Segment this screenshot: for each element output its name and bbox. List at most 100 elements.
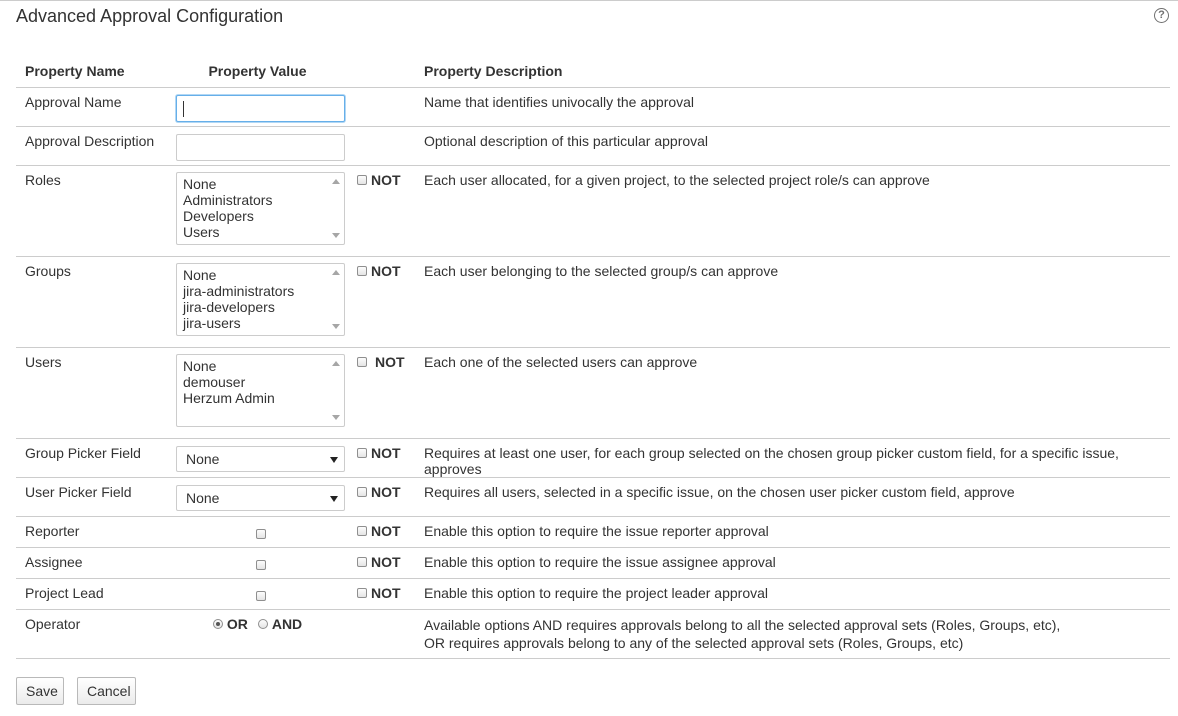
project-lead-not-checkbox[interactable] [357,587,367,598]
row-operator: Operator OR AND Available options AND re… [16,609,1170,659]
row-label: Assignee [16,547,167,579]
roles-option[interactable]: Developers [183,208,326,224]
chevron-down-icon [330,495,338,502]
row-label: User Picker Field [16,477,167,517]
groups-option[interactable]: jira-developers [183,299,326,315]
roles-option[interactable]: Administrators [183,192,326,208]
row-project-lead: Project Lead NOT Enable this option to r… [16,578,1170,610]
row-description: Name that identifies univocally the appr… [415,87,1170,127]
operator-and-radio[interactable] [257,618,268,629]
scroll-up-arrow-icon[interactable] [332,269,340,275]
not-label: NOT [371,262,401,279]
roles-multiselect[interactable]: None Administrators Developers Users [176,171,345,245]
text-caret [183,100,184,117]
row-description: Enable this option to require the projec… [415,578,1170,610]
roles-option[interactable]: Users [183,224,326,240]
row-approval-description: Approval Description Optional descriptio… [16,126,1170,166]
groups-multiselect[interactable]: None jira-administrators jira-developers… [176,262,345,336]
users-option[interactable]: Herzum Admin [183,390,326,406]
row-label: Users [16,347,167,439]
group-picker-not-checkbox[interactable] [357,447,367,458]
groups-option[interactable]: jira-administrators [183,283,326,299]
row-label: Approval Name [16,87,167,127]
not-label: NOT [371,553,401,570]
header-spacer [348,56,415,88]
row-description: Optional description of this particular … [415,126,1170,166]
chevron-down-icon [330,456,338,463]
group-picker-select[interactable]: None [176,445,345,472]
roles-not-checkbox[interactable] [357,174,367,185]
reporter-checkbox[interactable] [255,528,266,539]
row-label: Group Picker Field [16,438,167,478]
row-label: Reporter [16,516,167,548]
row-approval-name: Approval Name Name that identifies univo… [16,87,1170,127]
row-roles: Roles None Administrators Developers Use… [16,165,1170,257]
operator-radio-group: OR AND [176,616,345,632]
table-header-row: Property Name Property Value Property De… [16,56,1170,88]
operator-description-line-2: OR requires approvals belong to any of t… [424,634,964,651]
not-label: NOT [371,444,401,461]
operator-or-radio[interactable] [212,618,223,629]
assignee-not-checkbox[interactable] [357,556,367,567]
row-label: Operator [16,609,167,659]
users-multiselect[interactable]: None demouser Herzum Admin [176,353,345,427]
group-picker-selected-value: None [186,450,220,467]
row-description: Available options AND requires approvals… [415,609,1170,659]
approval-config-table: Property Name Property Value Property De… [16,56,1170,659]
not-label: NOT [375,353,405,370]
header-property-value: Property Value [167,56,348,88]
save-button[interactable]: Save [16,677,64,705]
scroll-down-arrow-icon[interactable] [332,232,340,238]
row-description: Enable this option to require the issue … [415,516,1170,548]
header-property-description: Property Description [415,56,1170,88]
groups-option[interactable]: jira-users [183,315,326,331]
operator-description-line-1: Available options AND requires approvals… [424,616,1061,633]
page-title: Advanced Approval Configuration [16,6,284,26]
users-not-checkbox[interactable] [357,356,367,367]
row-assignee: Assignee NOT Enable this option to requi… [16,547,1170,579]
scroll-up-arrow-icon[interactable] [332,178,340,184]
question-circle-icon[interactable]: ? [1154,8,1169,23]
project-lead-checkbox[interactable] [255,590,266,601]
row-label: Groups [16,256,167,348]
approval-name-input[interactable] [176,94,345,122]
not-label: NOT [371,584,401,601]
header-property-name: Property Name [16,56,167,88]
row-label: Approval Description [16,126,167,166]
user-picker-select[interactable]: None [176,484,345,511]
row-group-picker-field: Group Picker Field None NOT Requires at … [16,438,1170,478]
user-picker-selected-value: None [186,489,220,506]
row-description: Each one of the selected users can appro… [415,347,1170,439]
reporter-not-checkbox[interactable] [357,525,367,536]
row-label: Project Lead [16,578,167,610]
users-option[interactable]: demouser [183,374,326,390]
row-description: Requires all users, selected in a specif… [415,477,1170,517]
groups-scrollbar[interactable] [329,264,344,335]
row-label: Roles [16,165,167,257]
users-scrollbar[interactable] [329,355,344,426]
top-divider [0,0,1178,1]
row-description: Each user belonging to the selected grou… [415,256,1170,348]
groups-not-checkbox[interactable] [357,265,367,276]
not-label: NOT [371,171,401,188]
approval-description-input[interactable] [176,133,345,161]
operator-or-label[interactable]: OR [227,616,248,632]
not-label: NOT [371,483,401,500]
row-reporter: Reporter NOT Enable this option to requi… [16,516,1170,548]
row-users: Users None demouser Herzum Admin NOT Eac… [16,347,1170,439]
assignee-checkbox[interactable] [255,559,266,570]
users-option[interactable]: None [183,358,326,374]
cancel-button[interactable]: Cancel [77,677,136,705]
roles-scrollbar[interactable] [329,173,344,244]
user-picker-not-checkbox[interactable] [357,486,367,497]
row-groups: Groups None jira-administrators jira-dev… [16,256,1170,348]
roles-option[interactable]: None [183,176,326,192]
row-description: Enable this option to require the issue … [415,547,1170,579]
scroll-up-arrow-icon[interactable] [332,360,340,366]
row-user-picker-field: User Picker Field None NOT Requires all … [16,477,1170,517]
scroll-down-arrow-icon[interactable] [332,323,340,329]
operator-and-label[interactable]: AND [272,616,302,632]
scroll-down-arrow-icon[interactable] [332,414,340,420]
row-description: Requires at least one user, for each gro… [415,438,1170,478]
groups-option[interactable]: None [183,267,326,283]
